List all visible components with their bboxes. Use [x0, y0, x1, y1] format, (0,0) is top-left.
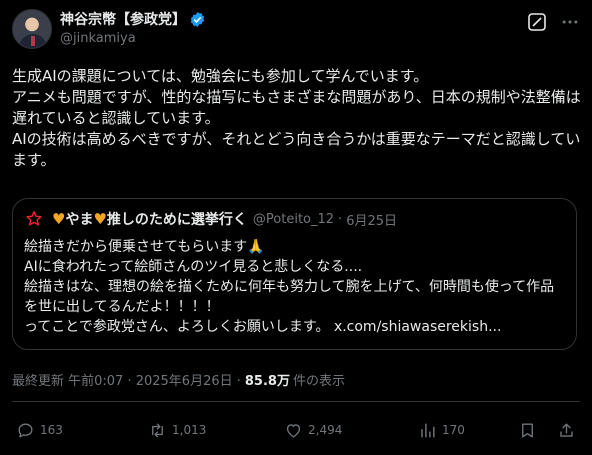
quoted-author-name[interactable]: ♥ やま ♥ 推しのために選挙行く — [52, 209, 247, 229]
author-handle[interactable]: @jinkamiya — [60, 31, 136, 46]
post-text: 生成AIの課題については、勉強会にも参加して学んでいます。 アニメも問題ですが、… — [12, 67, 581, 169]
repost-count: 1,013 — [172, 423, 207, 437]
star-icon — [24, 209, 44, 229]
views-button[interactable]: 170 — [418, 418, 465, 442]
quoted-line: 絵描きはな、理想の絵を描くために何年も努力して腕を上げて、何時間も使って作品を世… — [24, 279, 555, 315]
post-metadata: 最終更新 午前0:07 · 2025年6月26日 · 85.8万 件の表示 — [12, 370, 345, 389]
heart-icon — [286, 423, 301, 438]
reply-count: 163 — [40, 423, 63, 437]
share-button[interactable] — [557, 418, 576, 442]
divider — [12, 401, 580, 402]
quoted-post[interactable]: ♥ やま ♥ 推しのために選挙行く @Poteito_12 · 6月25日 絵描… — [12, 198, 577, 350]
repost-icon — [152, 422, 163, 438]
author-name[interactable]: 神谷宗幣【参政党】 — [60, 9, 186, 29]
action-bar: 163 1,013 2,494 170 — [0, 418, 592, 442]
quoted-post-text: 絵描きだから便乗させてもらいます🙏 AIに食われたって絵師さんのツイ見ると悲しく… — [24, 237, 564, 337]
view-count: 85.8万 — [244, 374, 290, 389]
quoted-post-link[interactable]: x.com/shiawaserekish... — [334, 319, 502, 335]
quoted-line: AIに食われたって絵師さんのツイ見ると悲しくなる.... — [24, 259, 363, 275]
reply-button[interactable]: 163 — [16, 418, 63, 442]
timestamp[interactable]: 最終更新 午前0:07 · 2025年6月26日 · — [12, 370, 241, 389]
bookmark-button[interactable] — [518, 418, 537, 442]
orange-heart-icon: ♥ — [52, 210, 66, 228]
dot-separator: · — [338, 211, 343, 227]
quoted-line: ってことで参政党さん、よろしくお願いします。 — [24, 319, 334, 335]
post-container: 神谷宗幣【参政党】 @jinkamiya 生成AIの課題については、勉強会にも参… — [0, 0, 592, 455]
quoted-line: 絵描きだから便乗させてもらいます🙏 — [24, 239, 265, 255]
like-count: 2,494 — [308, 423, 343, 437]
views-count: 170 — [442, 423, 465, 437]
views-label: 件の表示 — [292, 374, 345, 389]
repost-button[interactable]: 1,013 — [148, 418, 206, 442]
share-icon — [560, 422, 573, 437]
avatar[interactable] — [12, 9, 52, 49]
quoted-post-header: ♥ やま ♥ 推しのために選挙行く @Poteito_12 · 6月25日 — [24, 209, 397, 229]
analytics-icon — [421, 422, 435, 438]
more-options-icon[interactable] — [558, 10, 582, 34]
avatar-tie — [31, 36, 35, 46]
orange-heart-icon: ♥ — [93, 210, 107, 228]
bookmark-icon — [522, 422, 533, 438]
grok-icon[interactable] — [527, 12, 547, 32]
reply-icon — [18, 422, 33, 438]
quoted-name-part-2: 推しのために選挙行く — [106, 212, 247, 228]
quoted-post-date[interactable]: 6月25日 — [346, 210, 397, 229]
author-name-row: 神谷宗幣【参政党】 — [60, 9, 206, 29]
verified-badge-icon — [190, 11, 205, 27]
quoted-name-part-1: やま — [65, 212, 94, 228]
like-button[interactable]: 2,494 — [284, 418, 342, 442]
quoted-author-handle: @Poteito_12 — [252, 211, 335, 227]
